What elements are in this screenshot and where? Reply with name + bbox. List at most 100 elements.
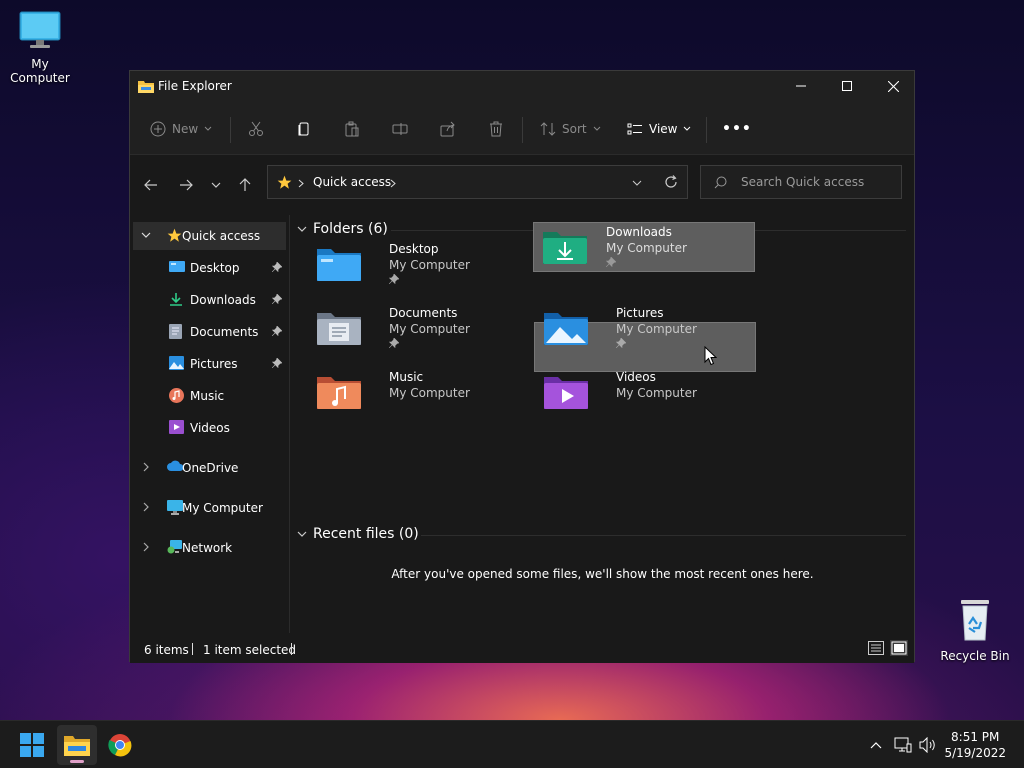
sidebar-item-pictures[interactable]: Pictures xyxy=(133,350,286,378)
chevron-down-icon xyxy=(593,126,600,131)
sidebar-item-label: Downloads xyxy=(190,293,256,307)
chevron-right-icon[interactable] xyxy=(141,462,151,472)
toolbar-divider xyxy=(706,117,707,143)
folders-header-label: Folders (6) xyxy=(313,221,388,237)
sidebar-item-music[interactable]: Music xyxy=(133,382,286,410)
pin-icon xyxy=(272,262,282,272)
minimize-button[interactable] xyxy=(778,71,824,101)
sidebar-item-label: Music xyxy=(190,389,225,403)
chevron-up-icon xyxy=(870,742,882,749)
copy-button[interactable] xyxy=(296,115,312,143)
address-location[interactable]: Quick access xyxy=(313,175,391,189)
close-icon xyxy=(887,80,899,92)
close-button[interactable] xyxy=(870,71,916,101)
details-view-button[interactable] xyxy=(868,641,884,655)
file-list: Folders (6) Desktop My Computer Download… xyxy=(291,215,914,633)
desktop-icon-recycle-bin[interactable]: Recycle Bin xyxy=(935,598,1015,663)
back-button[interactable] xyxy=(137,171,165,199)
picture-icon xyxy=(169,356,184,370)
delete-button[interactable] xyxy=(488,115,504,143)
folder-tile-pictures[interactable]: Pictures My Computer xyxy=(534,303,756,353)
address-bar[interactable]: Quick access xyxy=(267,165,688,199)
chevron-right-icon[interactable] xyxy=(141,542,151,552)
chevron-right-icon[interactable] xyxy=(141,502,151,512)
desktop-icon-my-computer[interactable]: My Computer xyxy=(0,10,80,85)
chevron-down-icon xyxy=(297,226,307,232)
sidebar-item-videos[interactable]: Videos xyxy=(133,414,286,442)
search-input[interactable]: Search Quick access xyxy=(700,165,902,199)
folder-location: My Computer xyxy=(616,322,697,336)
forward-button[interactable] xyxy=(172,171,200,199)
folder-tile-desktop[interactable]: Desktop My Computer xyxy=(307,239,529,289)
paste-button[interactable] xyxy=(344,115,360,143)
sort-label: Sort xyxy=(562,122,587,136)
downloads-folder-icon xyxy=(543,232,587,264)
sidebar-item-my-computer[interactable]: My Computer xyxy=(133,494,286,522)
arrow-left-icon xyxy=(144,179,157,191)
refresh-icon[interactable] xyxy=(664,175,678,189)
folders-section-header[interactable]: Folders (6) xyxy=(297,221,388,237)
chevron-right-icon xyxy=(298,179,304,188)
sidebar-item-desktop[interactable]: Desktop xyxy=(133,254,286,282)
folder-tile-videos[interactable]: Videos My Computer xyxy=(534,367,756,417)
star-icon xyxy=(167,228,182,242)
sidebar-item-label: Documents xyxy=(190,325,259,339)
chevron-down-icon[interactable] xyxy=(141,230,151,240)
sidebar-item-network[interactable]: Network xyxy=(133,534,286,562)
status-item-count: 6 items xyxy=(144,643,189,657)
clock[interactable]: 8:51 PM 5/19/2022 xyxy=(944,729,1006,761)
sidebar-item-downloads[interactable]: Downloads xyxy=(133,286,286,314)
rename-button[interactable] xyxy=(392,115,408,143)
chevron-down-icon xyxy=(684,126,691,131)
chevron-down-icon[interactable] xyxy=(632,179,642,187)
more-options-button[interactable]: ••• xyxy=(722,115,752,143)
folder-tile-music[interactable]: Music My Computer xyxy=(307,367,529,417)
sidebar-item-label: Network xyxy=(182,541,233,555)
network-icon xyxy=(167,540,182,554)
show-hidden-icons-button[interactable] xyxy=(866,735,886,755)
navigation-pane: Quick access Desktop Downloads Documents… xyxy=(130,215,290,633)
rename-icon xyxy=(392,123,408,135)
file-explorer-window: File Explorer New Sort View ••• Quick ac… xyxy=(129,70,915,663)
active-indicator xyxy=(70,760,84,763)
start-button[interactable] xyxy=(12,725,52,765)
folder-location: My Computer xyxy=(616,386,697,400)
view-button[interactable]: View xyxy=(627,115,691,143)
clipboard-icon xyxy=(345,121,359,137)
monitor-icon xyxy=(19,11,61,48)
share-icon xyxy=(440,121,455,137)
new-label: New xyxy=(172,122,199,136)
volume-button[interactable] xyxy=(918,735,938,755)
network-icon xyxy=(894,737,912,753)
chevron-right-icon[interactable] xyxy=(390,179,396,188)
video-icon xyxy=(169,420,184,434)
view-list-icon xyxy=(627,123,642,135)
arrow-right-icon xyxy=(180,179,193,191)
music-icon xyxy=(169,388,184,403)
window-title: File Explorer xyxy=(158,79,232,93)
download-icon xyxy=(170,293,182,306)
share-button[interactable] xyxy=(440,115,456,143)
folder-tile-documents[interactable]: Documents My Computer xyxy=(307,303,529,353)
recent-locations-button[interactable] xyxy=(202,171,230,199)
desktop-icon-label: Recycle Bin xyxy=(940,649,1010,663)
title-bar[interactable]: File Explorer xyxy=(130,71,914,103)
large-icons-view-button[interactable] xyxy=(890,640,908,656)
maximize-button[interactable] xyxy=(824,71,870,101)
up-button[interactable] xyxy=(231,171,259,199)
sidebar-item-quick-access[interactable]: Quick access xyxy=(133,222,286,250)
scissors-icon xyxy=(249,121,263,136)
folder-location: My Computer xyxy=(389,322,470,336)
cut-button[interactable] xyxy=(248,115,264,143)
plus-circle-icon xyxy=(150,121,166,137)
sidebar-item-onedrive[interactable]: OneDrive xyxy=(133,454,286,482)
windows-logo-icon xyxy=(20,733,44,757)
sidebar-item-documents[interactable]: Documents xyxy=(133,318,286,346)
sort-button[interactable]: Sort xyxy=(540,115,601,143)
taskbar-file-explorer[interactable] xyxy=(57,725,97,765)
taskbar-chrome[interactable] xyxy=(100,725,140,765)
new-button[interactable]: New xyxy=(150,115,212,143)
recent-files-section-header[interactable]: Recent files (0) xyxy=(297,526,419,542)
folder-tile-downloads[interactable]: Downloads My Computer xyxy=(533,222,755,272)
network-status-button[interactable] xyxy=(893,735,913,755)
